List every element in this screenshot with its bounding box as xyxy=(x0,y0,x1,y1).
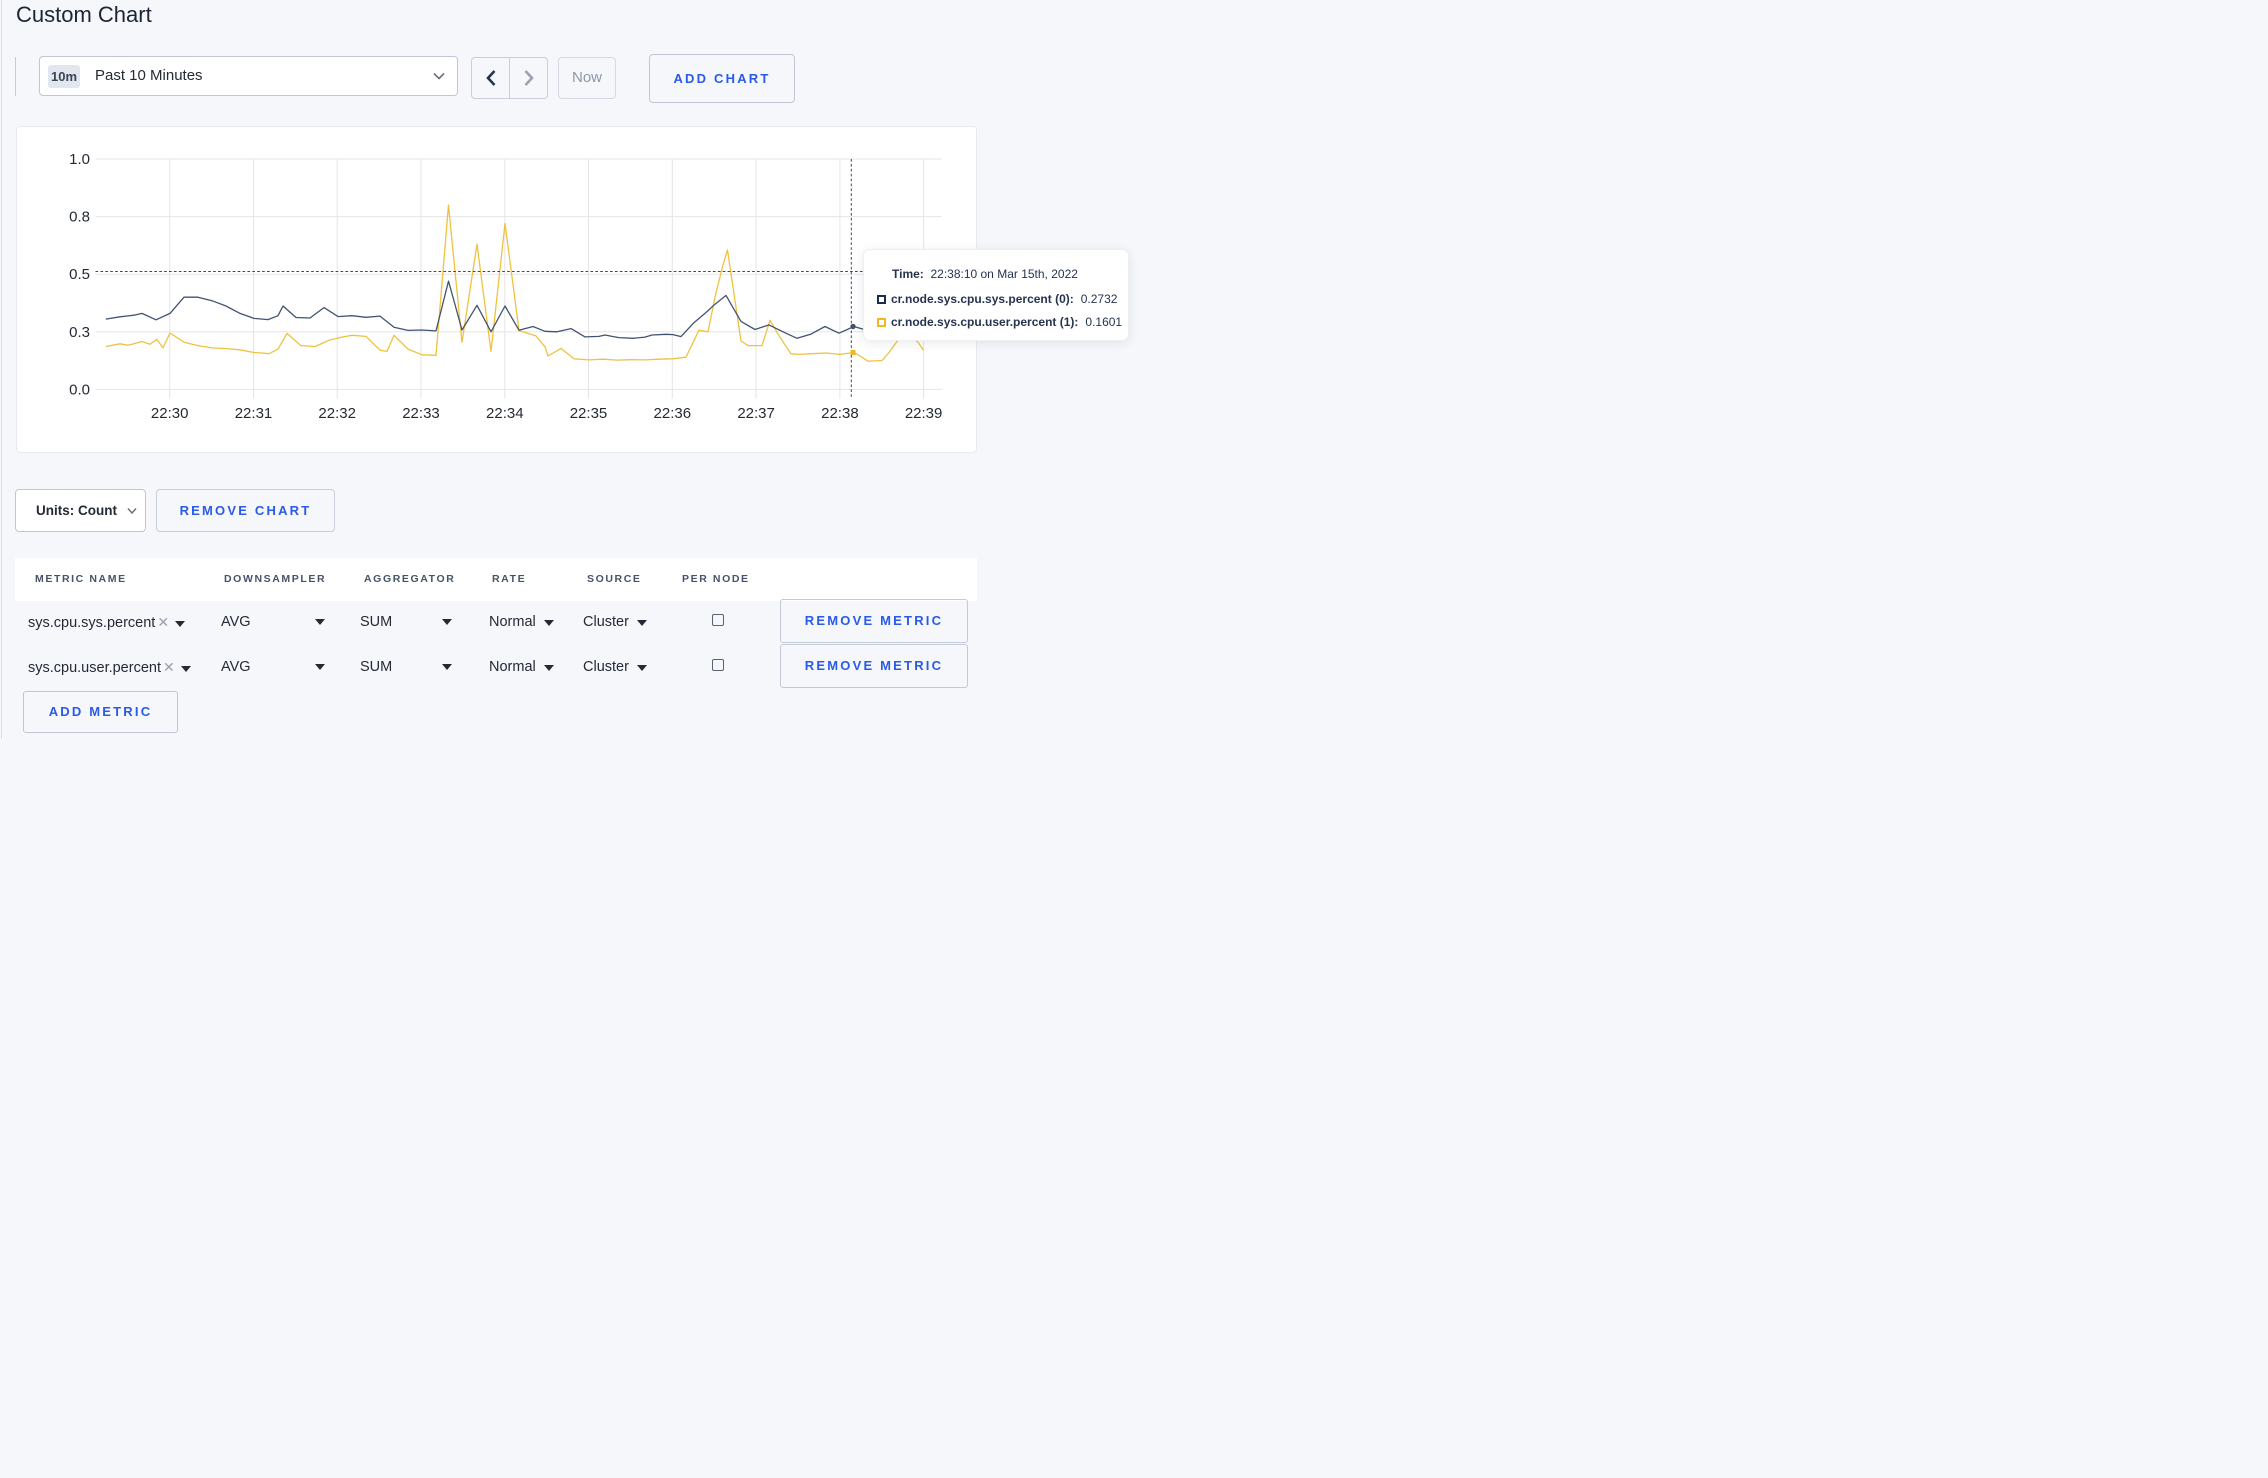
svg-text:0.0: 0.0 xyxy=(69,381,90,398)
svg-text:22:39: 22:39 xyxy=(905,405,943,422)
svg-text:22:34: 22:34 xyxy=(486,405,524,422)
svg-text:22:32: 22:32 xyxy=(318,405,356,422)
svg-text:0.5: 0.5 xyxy=(69,266,90,283)
svg-text:22:38: 22:38 xyxy=(821,405,859,422)
svg-text:22:31: 22:31 xyxy=(235,405,273,422)
svg-text:22:36: 22:36 xyxy=(654,405,692,422)
svg-text:0.8: 0.8 xyxy=(69,209,90,226)
svg-text:22:33: 22:33 xyxy=(402,405,440,422)
svg-text:22:37: 22:37 xyxy=(737,405,775,422)
svg-text:1.0: 1.0 xyxy=(69,151,90,168)
svg-text:22:30: 22:30 xyxy=(151,405,189,422)
svg-text:22:35: 22:35 xyxy=(570,405,608,422)
svg-text:0.3: 0.3 xyxy=(69,324,90,341)
